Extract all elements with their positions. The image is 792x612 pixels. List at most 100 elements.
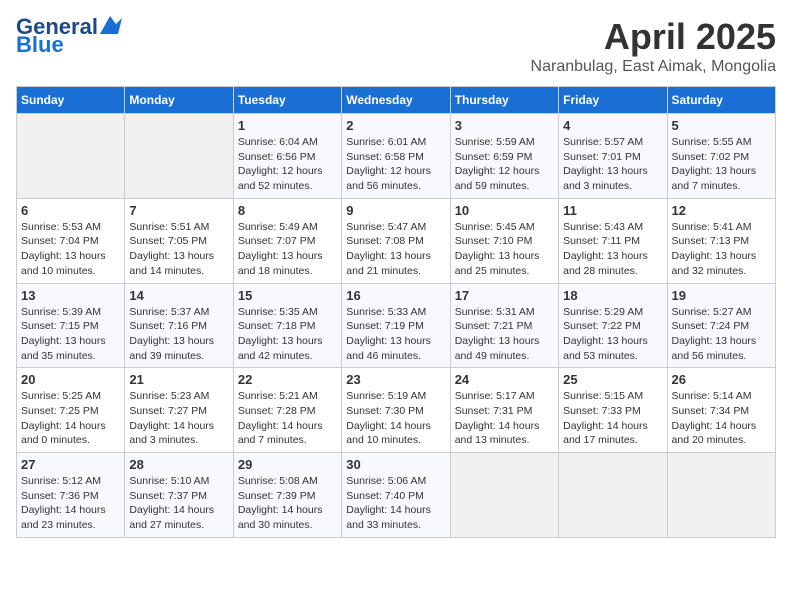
calendar-cell: 2 Sunrise: 6:01 AM Sunset: 6:58 PM Daylig… — [342, 114, 450, 199]
calendar-cell: 22 Sunrise: 5:21 AM Sunset: 7:28 PM Dayli… — [233, 368, 341, 453]
cell-info: Sunrise: 5:25 AM Sunset: 7:25 PM Dayligh… — [21, 389, 120, 448]
cell-info: Sunrise: 5:33 AM Sunset: 7:19 PM Dayligh… — [346, 305, 445, 364]
day-number: 17 — [455, 288, 554, 303]
calendar-cell: 11 Sunrise: 5:43 AM Sunset: 7:11 PM Dayli… — [559, 198, 667, 283]
calendar-cell: 13 Sunrise: 5:39 AM Sunset: 7:15 PM Dayli… — [17, 283, 125, 368]
calendar-cell: 9 Sunrise: 5:47 AM Sunset: 7:08 PM Daylig… — [342, 198, 450, 283]
cell-info: Sunrise: 5:23 AM Sunset: 7:27 PM Dayligh… — [129, 389, 228, 448]
header: General Blue April 2025 Naranbulag, East… — [16, 16, 776, 76]
day-number: 6 — [21, 203, 120, 218]
col-header-friday: Friday — [559, 87, 667, 114]
day-number: 1 — [238, 118, 337, 133]
col-header-tuesday: Tuesday — [233, 87, 341, 114]
cell-info: Sunrise: 5:21 AM Sunset: 7:28 PM Dayligh… — [238, 389, 337, 448]
calendar-cell: 24Sunrise: 5:17 AM Sunset: 7:31 PM Dayli… — [450, 368, 558, 453]
cell-info: Sunrise: 5:43 AM Sunset: 7:11 PM Dayligh… — [563, 220, 662, 279]
calendar-cell — [667, 453, 775, 538]
cell-info: Sunrise: 5:37 AM Sunset: 7:16 PM Dayligh… — [129, 305, 228, 364]
cell-info: Sunrise: 5:10 AM Sunset: 7:37 PM Dayligh… — [129, 474, 228, 533]
cell-info: Sunrise: 5:17 AM Sunset: 7:31 PM Dayligh… — [455, 389, 554, 448]
cell-info: Sunrise: 5:14 AM Sunset: 7:34 PM Dayligh… — [672, 389, 771, 448]
day-number: 29 — [238, 457, 337, 472]
cell-info: Sunrise: 5:12 AM Sunset: 7:36 PM Dayligh… — [21, 474, 120, 533]
cell-info: Sunrise: 5:47 AM Sunset: 7:08 PM Dayligh… — [346, 220, 445, 279]
cell-info: Sunrise: 5:55 AM Sunset: 7:02 PM Dayligh… — [672, 135, 771, 194]
day-number: 30 — [346, 457, 445, 472]
calendar-cell: 14 Sunrise: 5:37 AM Sunset: 7:16 PM Dayli… — [125, 283, 233, 368]
cell-info: Sunrise: 5:49 AM Sunset: 7:07 PM Dayligh… — [238, 220, 337, 279]
day-number: 27 — [21, 457, 120, 472]
cell-info: Sunrise: 5:27 AM Sunset: 7:24 PM Dayligh… — [672, 305, 771, 364]
calendar-cell: 6 Sunrise: 5:53 AM Sunset: 7:04 PM Daylig… — [17, 198, 125, 283]
calendar-week-row: 6 Sunrise: 5:53 AM Sunset: 7:04 PM Daylig… — [17, 198, 776, 283]
cell-info: Sunrise: 5:41 AM Sunset: 7:13 PM Dayligh… — [672, 220, 771, 279]
day-number: 21 — [129, 372, 228, 387]
day-number: 23 — [346, 372, 445, 387]
col-header-sunday: Sunday — [17, 87, 125, 114]
calendar-cell: 5 Sunrise: 5:55 AM Sunset: 7:02 PM Daylig… — [667, 114, 775, 199]
day-number: 4 — [563, 118, 662, 133]
cell-info: Sunrise: 5:57 AM Sunset: 7:01 PM Dayligh… — [563, 135, 662, 194]
day-number: 9 — [346, 203, 445, 218]
title-area: April 2025 Naranbulag, East Aimak, Mongo… — [531, 16, 776, 76]
day-number: 11 — [563, 203, 662, 218]
calendar-week-row: 1 Sunrise: 6:04 AM Sunset: 6:56 PM Daylig… — [17, 114, 776, 199]
cell-info: Sunrise: 5:53 AM Sunset: 7:04 PM Dayligh… — [21, 220, 120, 279]
day-number: 26 — [672, 372, 771, 387]
calendar-table: SundayMondayTuesdayWednesdayThursdayFrid… — [16, 86, 776, 538]
cell-info: Sunrise: 5:06 AM Sunset: 7:40 PM Dayligh… — [346, 474, 445, 533]
day-number: 3 — [455, 118, 554, 133]
calendar-cell: 27 Sunrise: 5:12 AM Sunset: 7:36 PM Dayli… — [17, 453, 125, 538]
day-number: 12 — [672, 203, 771, 218]
logo: General Blue — [16, 16, 122, 56]
day-number: 19 — [672, 288, 771, 303]
cell-info: Sunrise: 5:45 AM Sunset: 7:10 PM Dayligh… — [455, 220, 554, 279]
month-title: April 2025 — [531, 16, 776, 58]
day-number: 7 — [129, 203, 228, 218]
calendar-cell: 15 Sunrise: 5:35 AM Sunset: 7:18 PM Dayli… — [233, 283, 341, 368]
day-number: 15 — [238, 288, 337, 303]
calendar-cell: 8Sunrise: 5:49 AM Sunset: 7:07 PM Daylig… — [233, 198, 341, 283]
calendar-cell — [125, 114, 233, 199]
day-number: 20 — [21, 372, 120, 387]
day-number: 28 — [129, 457, 228, 472]
cell-info: Sunrise: 5:29 AM Sunset: 7:22 PM Dayligh… — [563, 305, 662, 364]
cell-info: Sunrise: 5:39 AM Sunset: 7:15 PM Dayligh… — [21, 305, 120, 364]
location-title: Naranbulag, East Aimak, Mongolia — [531, 58, 776, 76]
day-number: 13 — [21, 288, 120, 303]
calendar-cell: 23 Sunrise: 5:19 AM Sunset: 7:30 PM Dayli… — [342, 368, 450, 453]
calendar-cell: 3 Sunrise: 5:59 AM Sunset: 6:59 PM Daylig… — [450, 114, 558, 199]
day-number: 2 — [346, 118, 445, 133]
cell-info: Sunrise: 5:51 AM Sunset: 7:05 PM Dayligh… — [129, 220, 228, 279]
cell-info: Sunrise: 5:19 AM Sunset: 7:30 PM Dayligh… — [346, 389, 445, 448]
cell-info: Sunrise: 5:15 AM Sunset: 7:33 PM Dayligh… — [563, 389, 662, 448]
day-number: 18 — [563, 288, 662, 303]
calendar-cell: 4 Sunrise: 5:57 AM Sunset: 7:01 PM Daylig… — [559, 114, 667, 199]
day-number: 25 — [563, 372, 662, 387]
calendar-cell: 29 Sunrise: 5:08 AM Sunset: 7:39 PM Dayli… — [233, 453, 341, 538]
cell-info: Sunrise: 6:04 AM Sunset: 6:56 PM Dayligh… — [238, 135, 337, 194]
calendar-week-row: 20 Sunrise: 5:25 AM Sunset: 7:25 PM Dayli… — [17, 368, 776, 453]
day-number: 22 — [238, 372, 337, 387]
calendar-cell: 20 Sunrise: 5:25 AM Sunset: 7:25 PM Dayli… — [17, 368, 125, 453]
day-number: 10 — [455, 203, 554, 218]
calendar-week-row: 27 Sunrise: 5:12 AM Sunset: 7:36 PM Dayli… — [17, 453, 776, 538]
day-number: 16 — [346, 288, 445, 303]
calendar-cell: 25 Sunrise: 5:15 AM Sunset: 7:33 PM Dayli… — [559, 368, 667, 453]
logo-bird-icon — [100, 16, 122, 34]
day-number: 5 — [672, 118, 771, 133]
cell-info: Sunrise: 5:59 AM Sunset: 6:59 PM Dayligh… — [455, 135, 554, 194]
cell-info: Sunrise: 5:35 AM Sunset: 7:18 PM Dayligh… — [238, 305, 337, 364]
logo-blue-text: Blue — [16, 34, 64, 56]
calendar-cell: 7 Sunrise: 5:51 AM Sunset: 7:05 PM Daylig… — [125, 198, 233, 283]
col-header-thursday: Thursday — [450, 87, 558, 114]
cell-info: Sunrise: 6:01 AM Sunset: 6:58 PM Dayligh… — [346, 135, 445, 194]
calendar-cell: 1 Sunrise: 6:04 AM Sunset: 6:56 PM Daylig… — [233, 114, 341, 199]
calendar-cell: 10 Sunrise: 5:45 AM Sunset: 7:10 PM Dayli… — [450, 198, 558, 283]
day-number: 14 — [129, 288, 228, 303]
calendar-cell — [559, 453, 667, 538]
calendar-cell: 21 Sunrise: 5:23 AM Sunset: 7:27 PM Dayli… — [125, 368, 233, 453]
col-header-saturday: Saturday — [667, 87, 775, 114]
calendar-cell: 16 Sunrise: 5:33 AM Sunset: 7:19 PM Dayli… — [342, 283, 450, 368]
cell-info: Sunrise: 5:08 AM Sunset: 7:39 PM Dayligh… — [238, 474, 337, 533]
